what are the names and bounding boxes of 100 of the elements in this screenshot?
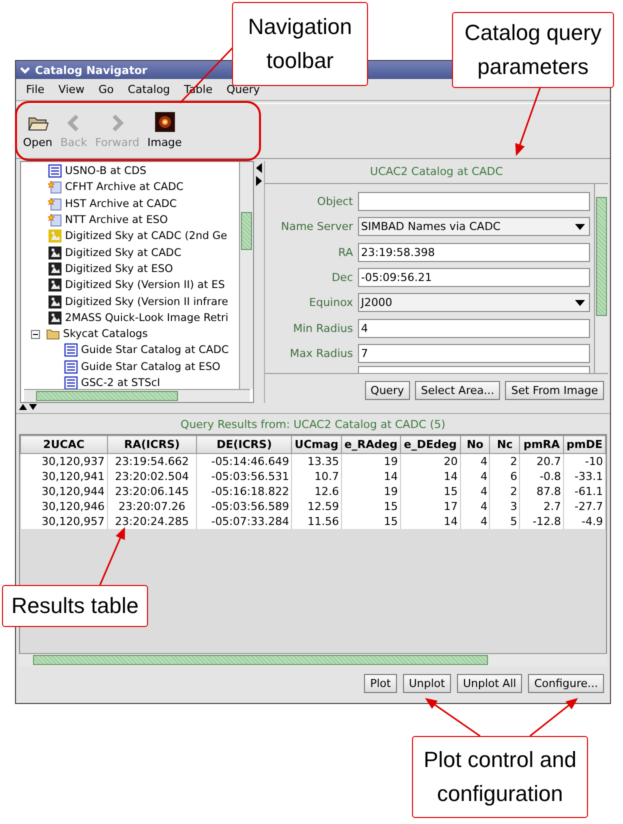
table-cell: -12.8	[520, 514, 564, 529]
table-cell: 2.7	[520, 499, 564, 514]
query-button[interactable]: Query	[364, 381, 410, 400]
callout-label: Navigation toolbar	[232, 2, 368, 86]
column-header[interactable]: e_RAdeg	[341, 436, 400, 454]
column-header[interactable]: 2UCAC	[20, 436, 108, 454]
tree-item[interactable]: Digitized Sky (Version II infrare	[45, 293, 239, 310]
field-label: Dec	[330, 271, 353, 284]
tree-item[interactable]: Digitized Sky at CADC (2nd Ge	[45, 228, 239, 244]
table-cell: -05:14:46.649	[196, 454, 292, 469]
table-cell: 19	[341, 454, 400, 469]
table-cell: -05:03:56.531	[196, 469, 292, 484]
dropdown[interactable]: J2000	[358, 293, 590, 312]
table-cell: -33.1	[564, 469, 606, 484]
window-title: Catalog Navigator	[35, 64, 148, 76]
table-cell: -61.1	[564, 484, 606, 499]
menu-item[interactable]: Go	[98, 83, 114, 96]
tree-item[interactable]: Guide Star Catalog at CADC	[45, 342, 239, 359]
tree-item[interactable]: CFHT Archive at CADC	[45, 179, 239, 196]
input-field[interactable]: 7	[358, 344, 590, 363]
column-header[interactable]: pmRA	[520, 436, 564, 454]
field-label: Equinox	[308, 296, 353, 310]
callout-label: Results table	[2, 585, 148, 627]
plot-button[interactable]: Unplot All	[456, 674, 522, 693]
input-field[interactable]: 4	[358, 318, 590, 338]
table-cell: 4	[460, 454, 490, 469]
column-header[interactable]: Nc	[490, 436, 520, 454]
table-cell: 6	[490, 469, 520, 484]
table-cell: 30,120,957	[20, 514, 108, 529]
table-cell: 12.59	[292, 499, 342, 514]
table-cell: 4	[460, 514, 490, 529]
table-cell: 2	[490, 454, 520, 469]
table-cell: 30,120,941	[20, 469, 108, 484]
table-cell: -4.9	[564, 514, 606, 529]
table-cell: -10	[564, 454, 606, 469]
table-cell: 19	[341, 484, 400, 499]
plot-button[interactable]: Configure...	[528, 674, 604, 693]
table-cell: -05:03:56.589	[196, 499, 292, 514]
toolbar-button[interactable]: Open	[20, 112, 56, 150]
tree-item[interactable]: GSC-2 at STScI	[45, 374, 239, 389]
field-label: RA	[337, 246, 353, 259]
tree-item[interactable]: Digitized Sky (Version II) at ES	[45, 277, 239, 294]
field-label: Min Radius	[292, 322, 353, 335]
tree-item[interactable]: 2MASS Quick-Look Image Retri	[45, 310, 239, 326]
table-cell: 30,120,946	[20, 499, 108, 514]
tree-item[interactable]: Skycat Catalogs	[45, 326, 239, 342]
column-header[interactable]: UCmag	[292, 436, 342, 454]
field-label: Object	[316, 195, 353, 208]
table-cell: 15	[341, 499, 400, 514]
plot-button[interactable]: Unplot	[402, 674, 451, 693]
table-cell: 14	[400, 514, 460, 529]
table-cell: -27.7	[564, 499, 606, 514]
table-cell: 14	[400, 469, 460, 484]
table-cell: -0.8	[520, 469, 564, 484]
table-cell: 87.8	[520, 484, 564, 499]
table-cell: 15	[400, 484, 460, 499]
table-cell: 4	[460, 484, 490, 499]
table-cell: 20	[400, 454, 460, 469]
table-cell: 5	[490, 514, 520, 529]
table-cell: 2	[490, 484, 520, 499]
tree-item[interactable]: NTT Archive at ESO	[45, 212, 239, 228]
table-cell: 30,120,937	[20, 454, 108, 469]
query-button[interactable]: Select Area...	[414, 381, 500, 400]
plot-button[interactable]: Plot	[364, 674, 397, 693]
toolbar-button[interactable]: Image	[144, 112, 185, 150]
input-field[interactable]: 23:19:58.398	[358, 242, 590, 262]
column-header[interactable]: pmDE	[564, 436, 606, 454]
callout-label: Catalog query parameters	[452, 12, 614, 88]
query-button[interactable]: Set From Image	[505, 381, 604, 400]
table-cell: 12.6	[292, 484, 342, 499]
table-cell: 4	[460, 469, 490, 484]
table-cell: 23:20:07.26	[107, 499, 197, 514]
column-header[interactable]: e_DEdeg	[400, 436, 460, 454]
menu-item[interactable]: Query	[226, 83, 260, 96]
table-cell: 17	[400, 499, 460, 514]
field-label: Name Server	[280, 220, 353, 234]
tree-item[interactable]: USNO-B at CDS	[45, 163, 239, 180]
table-cell: -05:07:33.284	[196, 514, 292, 529]
callout-label: Plot control and configuration	[412, 736, 588, 818]
table-cell: 30,120,944	[20, 484, 108, 499]
dropdown[interactable]: SIMBAD Names via CADC	[358, 217, 590, 236]
column-header[interactable]: No	[460, 436, 490, 454]
tree-item[interactable]: Digitized Sky at ESO	[45, 260, 239, 278]
table-cell: 4	[460, 499, 490, 514]
results-title: Query Results from: UCAC2 Catalog at CADC (5)	[180, 417, 446, 433]
table-cell: 20.7	[520, 454, 564, 469]
column-header[interactable]: RA(ICRS)	[107, 436, 197, 454]
table-cell: 23:20:06.145	[107, 484, 197, 499]
menu-item[interactable]: File	[26, 83, 44, 96]
menu-item[interactable]: View	[58, 83, 85, 96]
tree-item[interactable]: Digitized Sky at CADC	[45, 244, 239, 261]
input-field[interactable]: -05:09:56.21	[358, 268, 590, 288]
tree-item[interactable]: HST Archive at CADC	[45, 196, 239, 212]
menu-item[interactable]: Catalog	[128, 83, 170, 96]
table-cell: 13.35	[292, 454, 342, 469]
column-header[interactable]: DE(ICRS)	[196, 436, 292, 454]
table-cell: 3	[490, 499, 520, 514]
tree-item[interactable]: Guide Star Catalog at ESO	[45, 358, 239, 375]
table-cell: 10.7	[292, 469, 342, 484]
table-cell: 23:20:02.504	[107, 469, 197, 484]
